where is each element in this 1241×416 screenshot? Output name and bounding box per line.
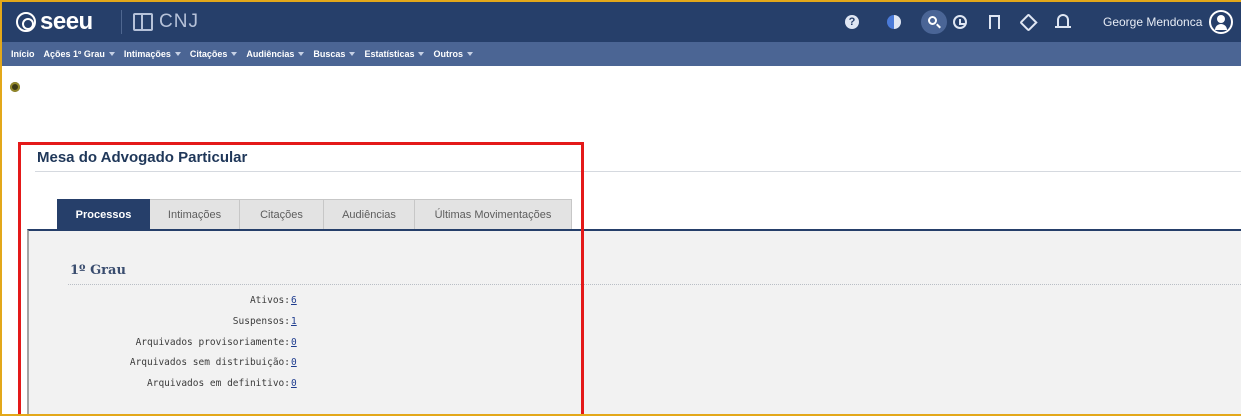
logo-divider [121,10,122,34]
bell-icon[interactable] [1055,14,1071,28]
page-title: Mesa do Advogado Particular [37,149,248,166]
main-menu: Início Ações 1º Grau Intimações Citações… [2,42,1241,66]
tag-icon[interactable] [1019,13,1038,32]
cnj-logo-text: CNJ [159,11,199,32]
history-icon[interactable] [953,15,967,29]
menu-item-buscas[interactable]: Buscas [313,49,356,59]
stat-row-ativos: Ativos: 6 [102,294,302,308]
stat-row-arquivados-em-definitivo: Arquivados em definitivo: 0 [102,377,302,391]
caret-down-icon [466,52,473,56]
stat-value-link[interactable]: 6 [291,294,297,308]
caret-down-icon [108,52,115,56]
stat-label: Arquivados provisoriamente: [135,337,290,348]
seeu-logo-text: seeu [40,8,93,35]
caret-down-icon [298,52,305,56]
stat-value-link[interactable]: 0 [291,356,297,370]
tab-audiencias[interactable]: Audiências [324,199,415,230]
caret-down-icon [174,52,181,56]
tab-intimacoes[interactable]: Intimações [150,199,240,230]
caret-down-icon [418,52,425,56]
user-avatar-icon[interactable] [1209,10,1233,34]
stat-label: Arquivados em definitivo: [147,378,290,389]
stat-value-link[interactable]: 1 [291,315,297,329]
title-divider [35,171,1241,172]
stat-label: Suspensos: [232,316,290,327]
menu-item-intimacoes[interactable]: Intimações [124,49,181,59]
menu-item-outros[interactable]: Outros [433,49,473,59]
caret-down-icon [231,52,238,56]
stat-label: Ativos: [249,295,290,306]
stat-row-arquivados-provisoriamente: Arquivados provisoriamente: 0 [102,336,302,350]
cnj-logo: CNJ [133,11,199,33]
menu-item-inicio[interactable]: Início [11,49,35,59]
caret-down-icon [349,52,356,56]
desk-tabs: Processos Intimações Citações Audiências… [57,199,572,230]
stat-row-arquivados-sem-distribuicao: Arquivados sem distribuição: 0 [102,356,302,370]
help-icon[interactable]: ? [845,15,859,29]
tab-citacoes[interactable]: Citações [240,199,324,230]
menu-item-citacoes[interactable]: Citações [190,49,238,59]
user-name[interactable]: George Mendonca [1103,15,1202,29]
search-icon [928,16,937,25]
stat-row-suspensos: Suspensos: 1 [102,315,302,329]
menu-item-estatisticas[interactable]: Estatísticas [364,49,425,59]
stat-label: Arquivados sem distribuição: [129,357,290,368]
status-indicator-icon [10,82,20,92]
seeu-logo-icon [16,12,36,32]
bookmark-icon[interactable] [989,15,1000,29]
tab-ultimas-movimentacoes[interactable]: Últimas Movimentações [415,199,572,230]
tab-processos[interactable]: Processos [57,199,150,230]
stat-value-link[interactable]: 0 [291,377,297,391]
menu-item-audiencias[interactable]: Audiências [246,49,305,59]
section-divider [68,284,1241,285]
seeu-logo[interactable]: seeu [16,10,93,34]
contrast-icon[interactable] [887,15,901,29]
cnj-mark-icon [133,13,153,31]
top-bar: seeu CNJ ? George Mendonca [2,2,1241,42]
app-frame: seeu CNJ ? George Mendonca Início Ações … [0,0,1241,416]
stat-value-link[interactable]: 0 [291,336,297,350]
menu-item-acoes-1-grau[interactable]: Ações 1º Grau [44,49,115,59]
section-title: 1º Grau [70,263,126,278]
